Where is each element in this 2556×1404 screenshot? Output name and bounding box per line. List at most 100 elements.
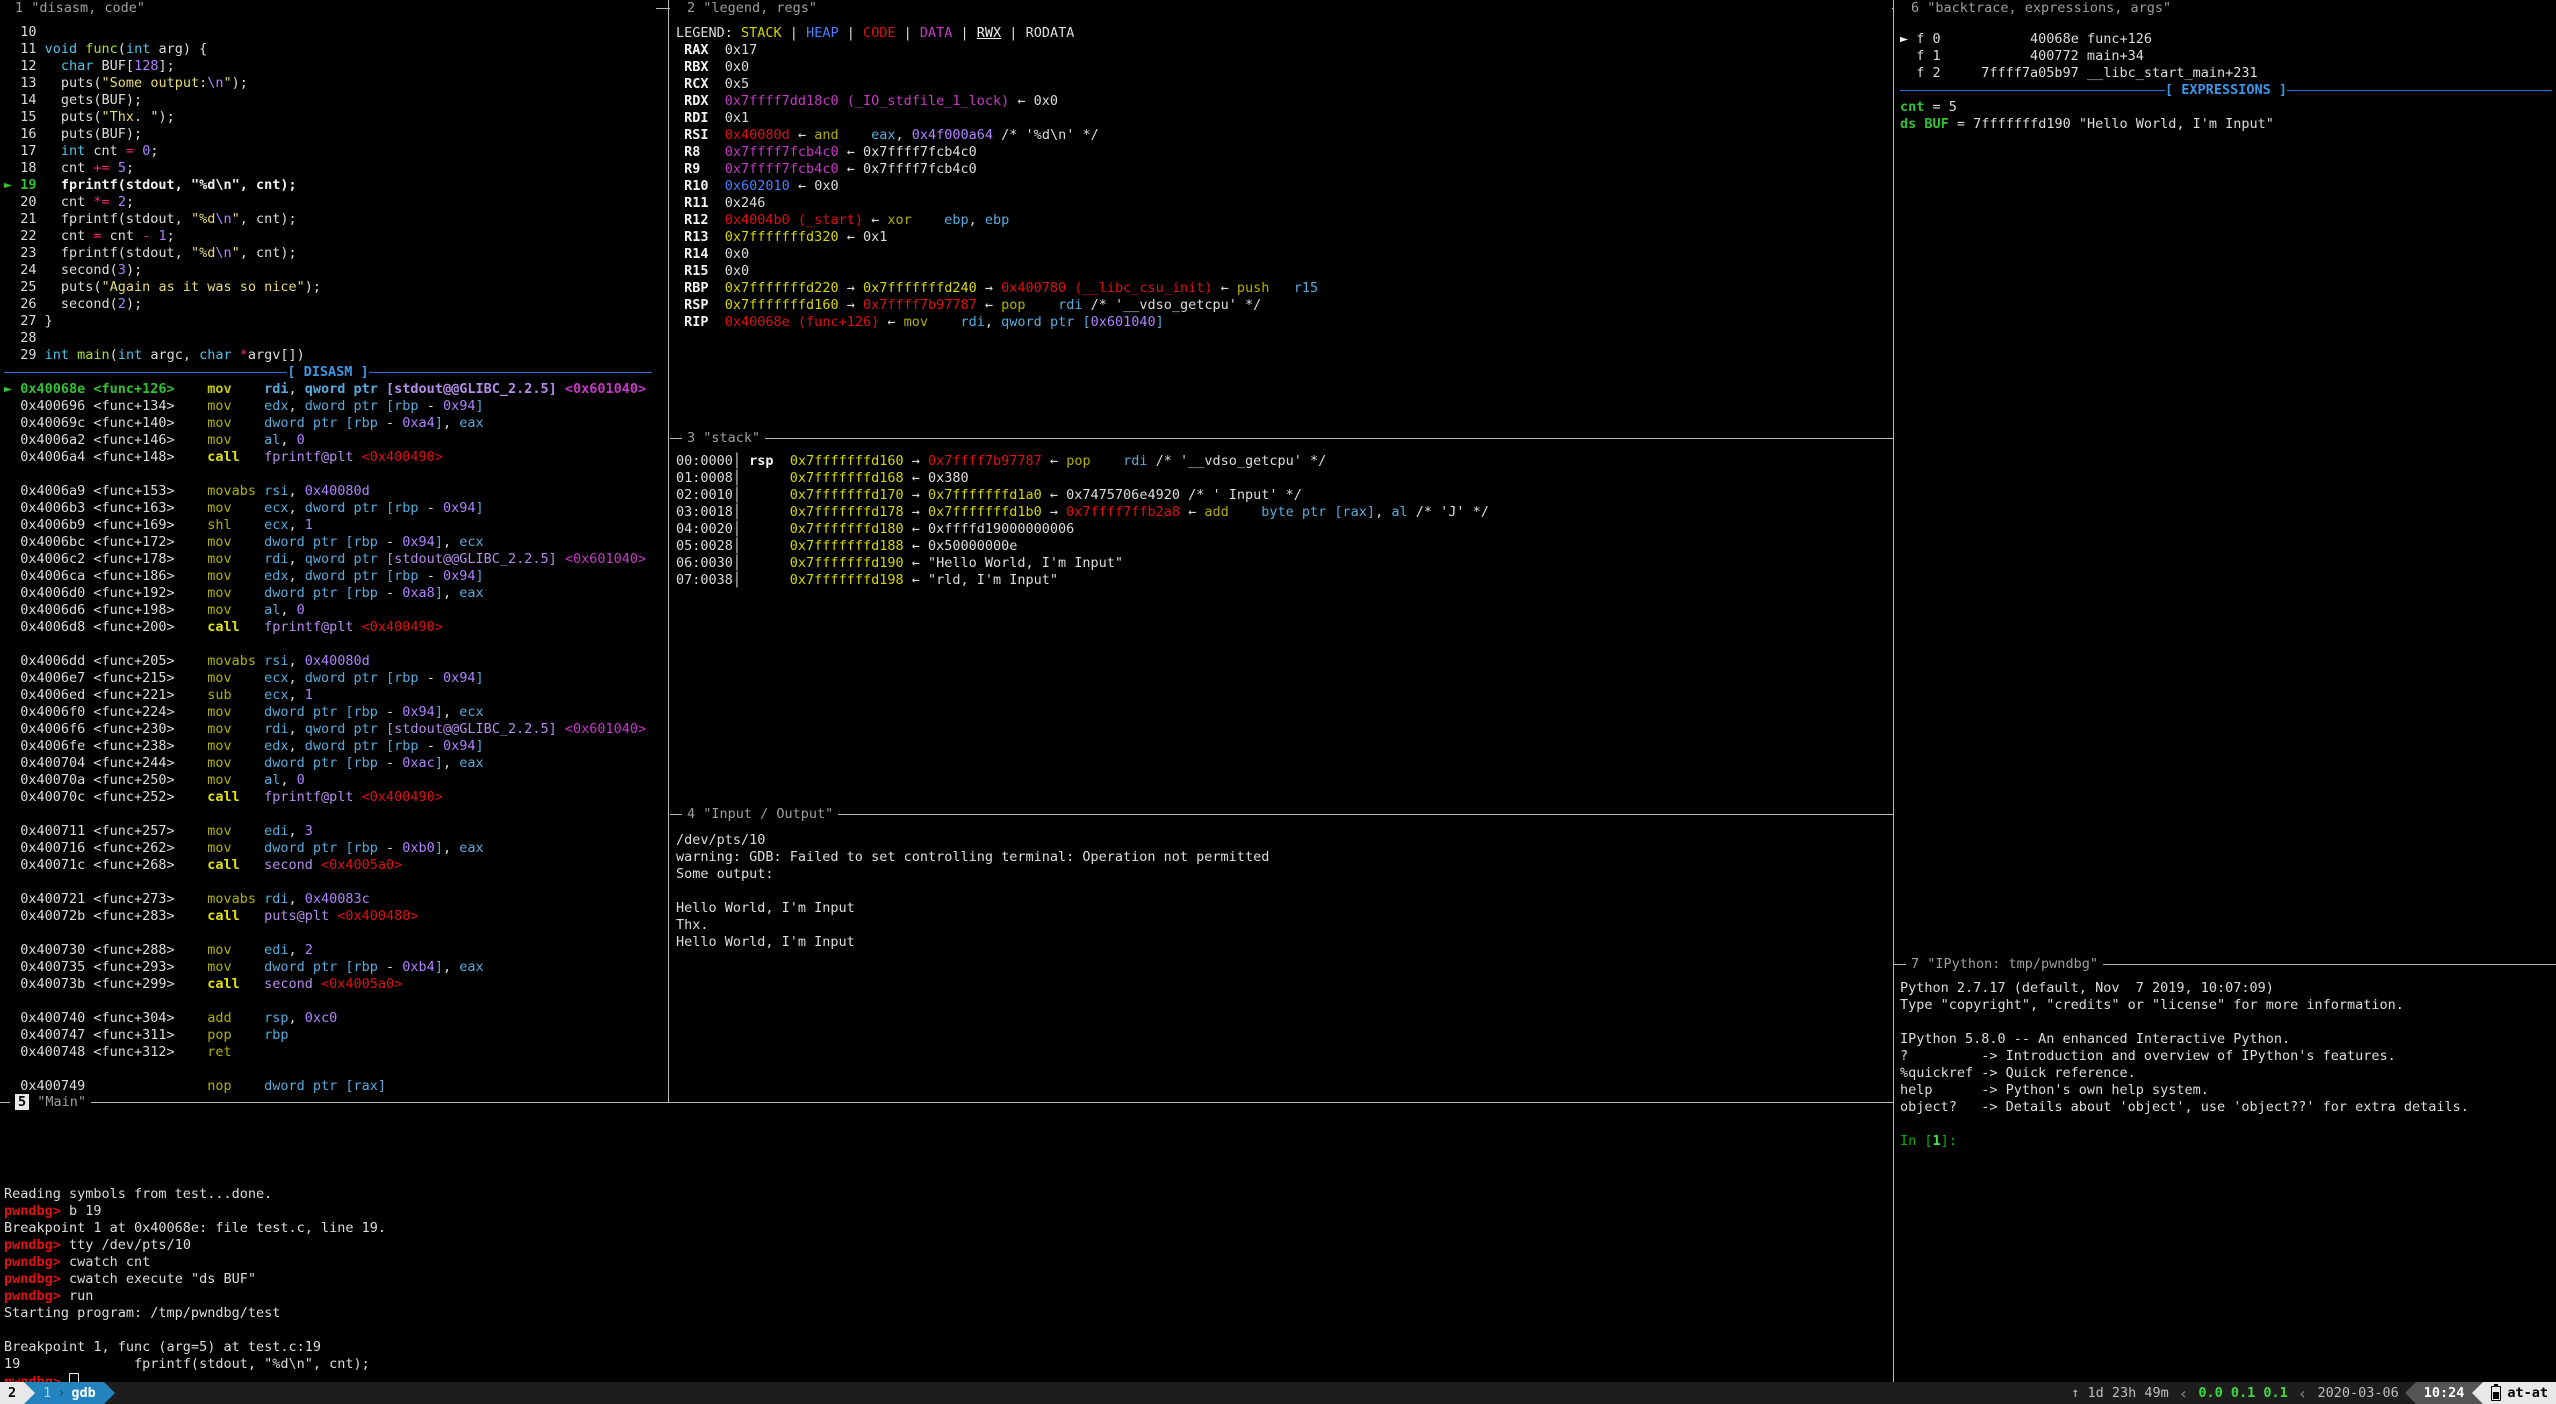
pane-legend-regs[interactable]: LEGEND: STACK | HEAP | CODE | DATA | RWX…	[670, 0, 1892, 429]
terminal-line: 11 void func(int arg) {	[4, 41, 652, 58]
terminal-line: Type "copyright", "credits" or "license"…	[1900, 997, 2552, 1014]
terminal-line: 0x4006fe <func+238> mov edx, dword ptr […	[4, 738, 652, 755]
terminal-line: 0x400704 <func+244> mov dword ptr [rbp -…	[4, 755, 652, 772]
terminal-line: Thx.	[676, 917, 1888, 934]
terminal-line: 0x4006a2 <func+146> mov al, 0	[4, 432, 652, 449]
pane-ipython[interactable]: Python 2.7.17 (default, Nov 7 2019, 10:0…	[1894, 965, 2556, 1382]
pane-name: "legend, regs"	[695, 0, 817, 16]
pane-name: "backtrace, expressions, args"	[1919, 0, 2171, 16]
terminal-line: 04:0020│ 0x7fffffffd180 ← 0xffffd1900000…	[676, 521, 1888, 538]
pane-disasm-code[interactable]: 10 11 void func(int arg) { 12 char BUF[1…	[0, 0, 656, 1094]
terminal-line	[4, 636, 652, 653]
terminal-line: 12 char BUF[128];	[4, 58, 652, 75]
terminal-line: Starting program: /tmp/pwndbg/test	[4, 1305, 1888, 1322]
terminal-line	[4, 993, 652, 1010]
terminal-line: 29 int main(int argc, char *argv[])	[4, 347, 652, 364]
terminal-line: R15 0x0	[676, 263, 1888, 280]
disasm-separator-label: [ DISASM ]	[287, 364, 368, 381]
terminal-line: R10 0x602010 ← 0x0	[676, 178, 1888, 195]
terminal-line: 0x400730 <func+288> mov edi, 2	[4, 942, 652, 959]
terminal-line: 0x400735 <func+293> mov dword ptr [rbp -…	[4, 959, 652, 976]
terminal-line: 0x4006bc <func+172> mov dword ptr [rbp -…	[4, 534, 652, 551]
chevron-left-icon: ‹	[2294, 1382, 2312, 1404]
terminal-line: 0x400748 <func+312> ret	[4, 1044, 652, 1061]
pane-backtrace[interactable]: ► f 0 40068e func+126 f 1 400772 main+34…	[1894, 0, 2556, 963]
terminal-line: 0x400711 <func+257> mov edi, 3	[4, 823, 652, 840]
terminal-line: 0x4006d6 <func+198> mov al, 0	[4, 602, 652, 619]
terminal-line: RIP 0x40068e (func+126) ← mov rdi, qword…	[676, 314, 1888, 331]
terminal-line: /dev/pts/10	[676, 832, 1888, 849]
terminal-line: R14 0x0	[676, 246, 1888, 263]
terminal-line: 0x40071c <func+268> call second <0x4005a…	[4, 857, 652, 874]
terminal-line: 01:0008│ 0x7fffffffd168 ← 0x380	[676, 470, 1888, 487]
pane-border-vertical-left[interactable]	[668, 0, 669, 1102]
chevron-right-icon: ›	[51, 1385, 71, 1402]
pane-io[interactable]: /dev/pts/10warning: GDB: Failed to set c…	[670, 815, 1892, 1101]
status-right: ↑ 1d 23h 49m ‹ 0.0 0.1 0.1 ‹ 2020-03-06 …	[2065, 1382, 2556, 1404]
powerline-arrow-icon	[24, 1382, 35, 1404]
date: 2020-03-06	[2311, 1382, 2404, 1404]
tmux-status-bar: 2 1›gdb ↑ 1d 23h 49m ‹ 0.0 0.1 0.1 ‹ 202…	[0, 1382, 2556, 1404]
powerline-arrow-icon	[2405, 1382, 2416, 1404]
terminal-line: ► 19 fprintf(stdout, "%d\n", cnt);	[4, 177, 652, 194]
terminal-line: 23 fprintf(stdout, "%d\n", cnt);	[4, 245, 652, 262]
pane-title-backtrace: 6 "backtrace, expressions, args"	[1906, 0, 2176, 17]
pane-stack[interactable]: 00:0000│ rsp 0x7fffffffd160 → 0x7ffff7b9…	[670, 439, 1892, 813]
session-badge[interactable]: 2	[0, 1382, 24, 1404]
terminal-line: RSI 0x40080d ← and eax, 0x4f000a64 /* '%…	[676, 127, 1888, 144]
terminal-line: R8 0x7ffff7fcb4c0 ← 0x7ffff7fcb4c0	[676, 144, 1888, 161]
pane-main[interactable]: Reading symbols from test...done. pwndbg>…	[0, 1103, 1892, 1382]
terminal-line: R12 0x4004b0 (_start) ← xor ebp, ebp	[676, 212, 1888, 229]
terminal-line: object? -> Details about 'object', use '…	[1900, 1099, 2552, 1116]
terminal-line: 17 int cnt = 0;	[4, 143, 652, 160]
terminal-line: 27 }	[4, 313, 652, 330]
hostname: at-at	[2483, 1382, 2556, 1404]
terminal-line: R13 0x7fffffffd320 ← 0x1	[676, 229, 1888, 246]
terminal-line: RSP 0x7fffffffd160 → 0x7ffff7b97787 ← po…	[676, 297, 1888, 314]
terminal-line: Hello World, I'm Input	[676, 900, 1888, 917]
status-left: 2 1›gdb	[0, 1382, 115, 1404]
terminal-line: 13 puts("Some output:\n");	[4, 75, 652, 92]
active-pane-number: 5	[15, 1094, 29, 1110]
disassembly-listing: ► 0x40068e <func+126> mov rdi, qword ptr…	[4, 381, 652, 1095]
terminal-line: help -> Python's own help system.	[1900, 1082, 2552, 1099]
terminal-line	[4, 874, 652, 891]
terminal-line: Some output:	[676, 866, 1888, 883]
terminal-line: ds BUF = 7fffffffd190 "Hello World, I'm …	[1900, 116, 2552, 133]
pane-number: 2	[687, 0, 695, 16]
terminal-line: 0x400721 <func+273> movabs rdi, 0x40083c	[4, 891, 652, 908]
window-tab-gdb[interactable]: 1›gdb	[35, 1382, 104, 1404]
terminal-line: 0x4006f0 <func+224> mov dword ptr [rbp -…	[4, 704, 652, 721]
terminal-line: 02:0010│ 0x7fffffffd170 → 0x7fffffffd1a0…	[676, 487, 1888, 504]
pane-name: "Main"	[29, 1094, 86, 1110]
terminal-line: RCX 0x5	[676, 76, 1888, 93]
terminal-line: RBP 0x7fffffffd220 → 0x7fffffffd240 → 0x…	[676, 280, 1888, 297]
terminal-line: 0x400716 <func+262> mov dword ptr [rbp -…	[4, 840, 652, 857]
clock: 10:24	[2416, 1382, 2473, 1404]
terminal-line: ► 0x40068e <func+126> mov rdi, qword ptr…	[4, 381, 652, 398]
terminal-line: 00:0000│ rsp 0x7fffffffd160 → 0x7ffff7b9…	[676, 453, 1888, 470]
terminal-line: Reading symbols from test...done.	[4, 1186, 1888, 1203]
pane-name: "Input / Output"	[695, 806, 833, 822]
expressions-separator-label: [ EXPRESSIONS ]	[2165, 82, 2287, 99]
terminal-line: 0x400749 nop dword ptr [rax]	[4, 1078, 652, 1095]
gdb-console-listing: Reading symbols from test...done. pwndbg>…	[4, 1186, 1888, 1390]
terminal-line: 0x400696 <func+134> mov edx, dword ptr […	[4, 398, 652, 415]
terminal-line	[1900, 1116, 2552, 1133]
terminal-line: 0x4006a9 <func+153> movabs rsi, 0x40080d	[4, 483, 652, 500]
pane-title-disasm-code: 1 "disasm, code"	[10, 0, 150, 17]
load-average: 0.0 0.1 0.1	[2192, 1382, 2293, 1404]
terminal-line	[4, 466, 652, 483]
terminal-line: pwndbg> cwatch execute "ds BUF"	[4, 1271, 1888, 1288]
terminal-line: %quickref -> Quick reference.	[1900, 1065, 2552, 1082]
backtrace-listing: ► f 0 40068e func+126 f 1 400772 main+34…	[1900, 31, 2552, 82]
terminal-line: f 2 7ffff7a05b97 __libc_start_main+231	[1900, 65, 2552, 82]
terminal-line	[4, 925, 652, 942]
terminal-line	[4, 806, 652, 823]
terminal-line: 0x40073b <func+299> call second <0x4005a…	[4, 976, 652, 993]
terminal-line: 21 fprintf(stdout, "%d\n", cnt);	[4, 211, 652, 228]
terminal-line: 0x4006b3 <func+163> mov ecx, dword ptr […	[4, 500, 652, 517]
terminal-line: RBX 0x0	[676, 59, 1888, 76]
terminal-line: Breakpoint 1 at 0x40068e: file test.c, l…	[4, 1220, 1888, 1237]
source-code-listing: 10 11 void func(int arg) { 12 char BUF[1…	[4, 24, 652, 364]
